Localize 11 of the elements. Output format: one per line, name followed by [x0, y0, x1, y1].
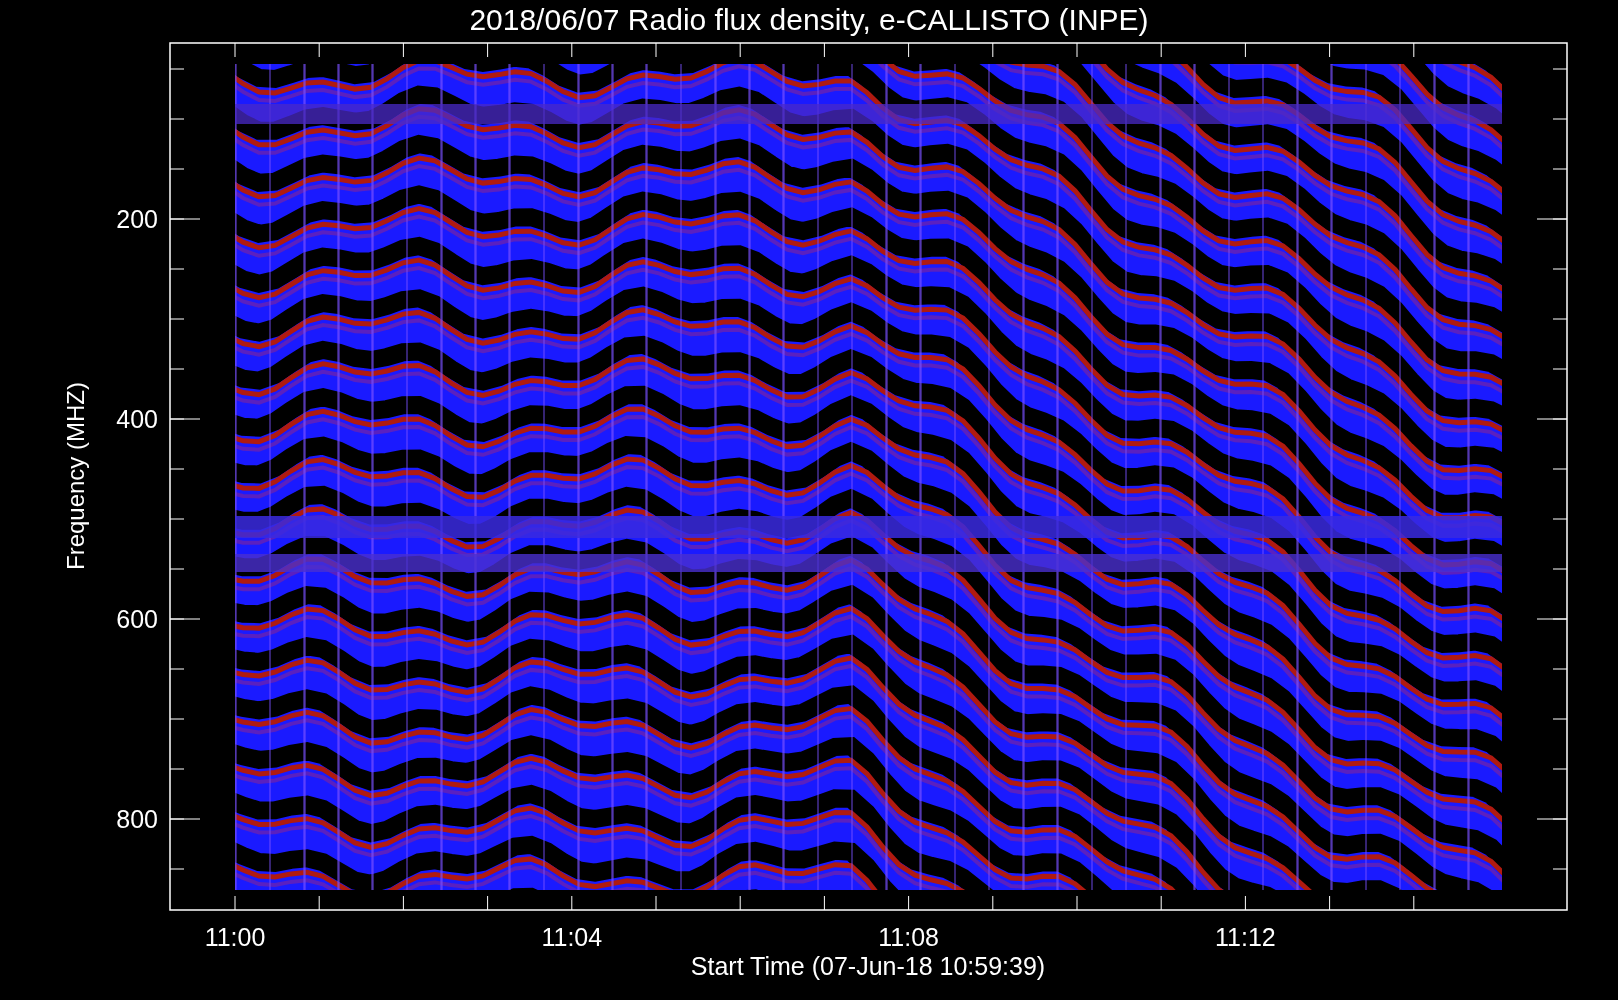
x-tick-label: 11:12: [1215, 923, 1276, 951]
x-tick-label: 11:00: [204, 923, 266, 951]
y-tick-label: 400: [116, 405, 158, 433]
y-tick-label: 800: [116, 805, 158, 833]
y-axis-label: Frequency (MHZ): [62, 382, 89, 570]
y-tick-label: 200: [116, 205, 158, 233]
chart-title: 2018/06/07 Radio flux density, e-CALLISTO (INPE): [469, 3, 1149, 36]
x-axis-label: Start Time (07-Jun-18 10:59:39): [690, 952, 1046, 980]
x-tick-label: 11:08: [878, 923, 939, 951]
y-tick-label: 600: [116, 605, 158, 633]
x-tick-label: 11:04: [541, 923, 603, 951]
